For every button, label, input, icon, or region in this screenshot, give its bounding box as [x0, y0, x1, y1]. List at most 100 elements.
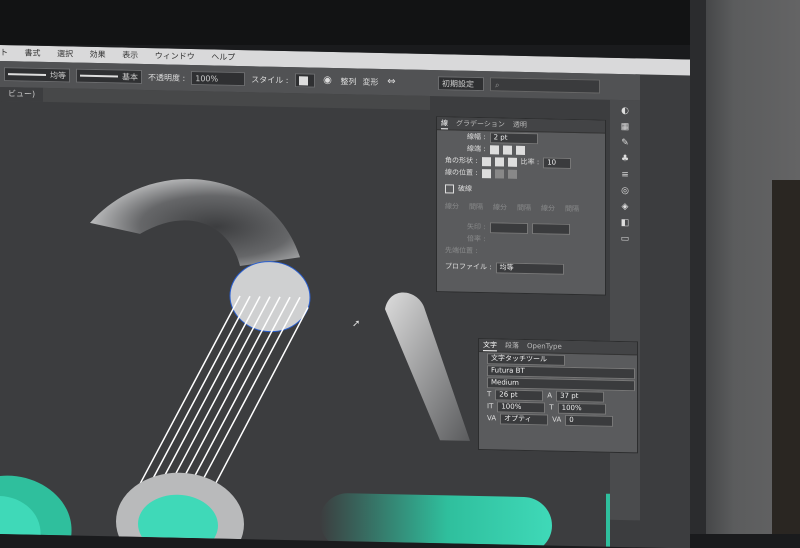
style-label: スタイル :	[251, 74, 289, 85]
workspace-label: 初期設定	[442, 78, 474, 89]
dash-col-3: 線分	[541, 204, 555, 213]
pill-shape[interactable]	[320, 493, 552, 547]
swatches-icon[interactable]: ▦	[618, 122, 632, 132]
workspace-area: 初期設定 ⌕	[438, 76, 600, 94]
touch-type-button[interactable]: 文字タッチツール	[487, 352, 565, 366]
profile-row: プロファイル : 均等	[437, 260, 605, 276]
cap-round-icon[interactable]	[502, 145, 512, 155]
transform-label[interactable]: 変形	[363, 76, 379, 87]
brush-select[interactable]: 基本	[76, 68, 142, 84]
tracking-icon: VA	[552, 415, 562, 424]
layers-icon[interactable]: ◧	[618, 218, 632, 228]
vertical-scale-field[interactable]: 100%	[497, 400, 546, 413]
align-row: 線の位置 :	[437, 166, 605, 182]
profile-label: プロファイル :	[445, 262, 492, 272]
search-icon: ⌕	[495, 80, 500, 90]
symbols-icon[interactable]: ♣	[618, 154, 632, 164]
arrow-cursor-icon: ➚	[352, 318, 361, 330]
align-label[interactable]: 整列	[341, 76, 357, 87]
profile-select[interactable]: 均等	[495, 261, 564, 275]
brush-preview-line	[80, 74, 118, 78]
cap-label: 線端 :	[467, 144, 486, 154]
align-center-icon[interactable]	[481, 168, 491, 178]
corner-miter-icon[interactable]	[481, 156, 491, 166]
projected-screen: ト 書式 選択 効果 表示 ウィンドウ ヘルプ 均等 基本 不透明度 : 100…	[0, 45, 690, 548]
stroke-profile-select[interactable]: 均等	[4, 67, 70, 83]
horizontal-scale-icon: T	[549, 403, 554, 412]
tracking-field[interactable]: 0	[565, 414, 614, 427]
stem-shape[interactable]	[385, 292, 470, 441]
horizontal-scale-field[interactable]: 100%	[557, 402, 606, 415]
gap-col-1: 間隔	[469, 202, 483, 212]
corner-bevel-icon[interactable]	[507, 157, 517, 167]
menu-item-window[interactable]: ウィンドウ	[155, 48, 195, 65]
align-inside-icon[interactable]	[494, 168, 504, 179]
stroke-preview-line	[8, 73, 46, 76]
menu-item-format[interactable]: 書式	[25, 46, 41, 62]
search-input[interactable]: ⌕	[490, 77, 600, 94]
font-size-icon: T	[487, 390, 492, 399]
gap-col-2: 間隔	[517, 203, 531, 213]
vertical-scale-icon: IT	[487, 402, 494, 411]
leading-field[interactable]: 37 pt	[556, 390, 605, 403]
panel-dock: ◐ ▦ ✎ ♣ ≡ ◎ ◈ ◧ ▭	[610, 99, 640, 521]
tab-gradient[interactable]: グラデーション	[456, 119, 505, 130]
cap-square-icon[interactable]	[515, 145, 525, 155]
corner-round-icon[interactable]	[494, 156, 504, 167]
isolate-icon[interactable]: ⇔	[385, 75, 399, 89]
style-swatch-color	[298, 75, 308, 85]
kerning-icon: VA	[487, 414, 497, 423]
scale-label: 倍率 :	[467, 234, 486, 244]
align-outside-icon[interactable]	[507, 169, 517, 179]
tab-transparency[interactable]: 透明	[513, 120, 527, 130]
arrow-end-select[interactable]	[531, 222, 570, 235]
opacity-value: 100%	[195, 73, 219, 84]
menu-item-help[interactable]: ヘルプ	[211, 49, 235, 66]
dashed-label: 破線	[458, 184, 472, 193]
arrow-label: 矢印 :	[467, 222, 486, 232]
weight-field[interactable]: 2 pt	[489, 131, 538, 144]
tab-stroke[interactable]: 線	[441, 117, 448, 129]
menu-item-view[interactable]: 表示	[122, 48, 138, 64]
arrow-start-select[interactable]	[489, 221, 528, 234]
menu-item-effect[interactable]: 効果	[90, 47, 106, 63]
room-wall	[690, 0, 800, 534]
document-tab[interactable]: ビュー)	[0, 87, 44, 102]
brushes-icon[interactable]: ✎	[618, 138, 632, 148]
limit-field[interactable]: 10	[543, 156, 572, 169]
artboards-icon[interactable]: ▭	[618, 234, 632, 244]
menu-item-type[interactable]: ト	[0, 45, 8, 61]
tab-opentype[interactable]: OpenType	[527, 342, 562, 351]
character-panel: 文字 段落 OpenType 文字タッチツール Futura BT Medium…	[478, 338, 638, 454]
stroke-align-label: 線の位置 :	[445, 168, 478, 178]
stroke-profile-label: 均等	[50, 70, 66, 80]
opacity-label: 不透明度 :	[148, 72, 186, 83]
opacity-field[interactable]: 100%	[191, 71, 246, 87]
corner-label: 角の形状 :	[445, 156, 478, 166]
kerning-field[interactable]: オプティ	[500, 412, 549, 425]
dashed-checkbox[interactable]	[445, 183, 454, 194]
color-icon[interactable]: ◐	[618, 106, 632, 116]
tab-character[interactable]: 文字	[483, 339, 497, 351]
graphic-styles-icon[interactable]: ◈	[618, 202, 632, 212]
dash-columns: 線分 間隔 線分 間隔 線分 間隔	[437, 200, 605, 216]
dash-col-1: 線分	[445, 202, 459, 211]
tab-paragraph[interactable]: 段落	[505, 341, 519, 351]
kerning-row: VA オプティ VA 0	[479, 412, 637, 427]
cap-butt-icon[interactable]	[489, 144, 499, 154]
font-size-field[interactable]: 26 pt	[495, 388, 544, 401]
style-swatch[interactable]	[294, 73, 315, 88]
wall-frame	[772, 180, 800, 534]
room-top	[0, 0, 800, 45]
recolor-icon[interactable]: ◉	[321, 74, 335, 88]
menu-item-select[interactable]: 選択	[57, 46, 73, 62]
workspace-select[interactable]: 初期設定	[438, 76, 484, 92]
arrow-align-row: 先端位置 :	[437, 244, 605, 260]
arc-shape[interactable]	[90, 177, 300, 267]
appearance-icon[interactable]: ◎	[618, 186, 632, 196]
leading-icon: A	[547, 391, 553, 400]
limit-label: 比率 :	[520, 157, 540, 167]
wall-pillar	[690, 0, 706, 534]
stroke-icon[interactable]: ≡	[618, 170, 632, 180]
dash-col-2: 線分	[493, 203, 507, 212]
